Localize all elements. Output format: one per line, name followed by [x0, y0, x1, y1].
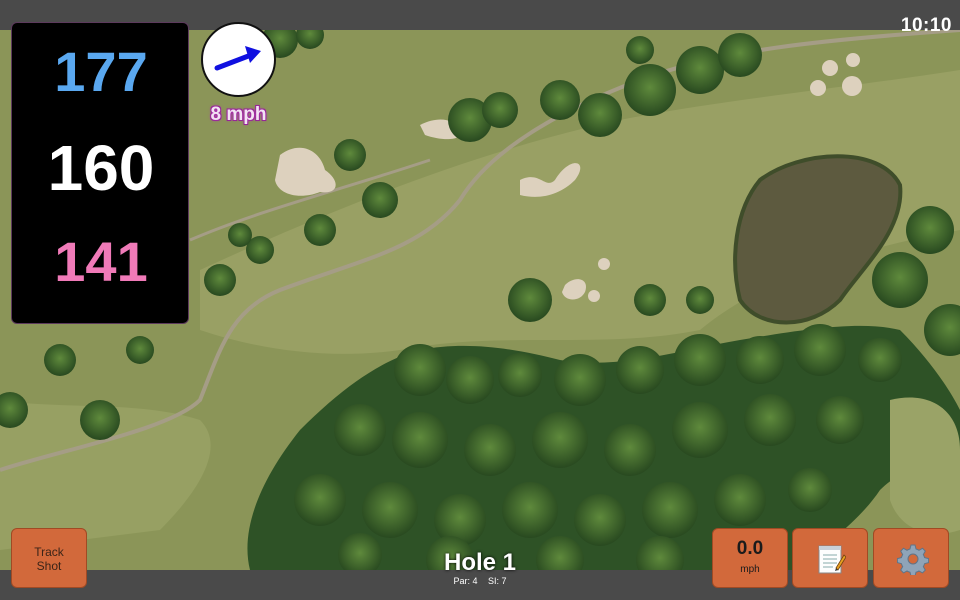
hole-info: Par: 4 SI: 7 [380, 576, 580, 586]
notepad-icon [816, 543, 847, 575]
track-shot-label-line1: Track [34, 545, 64, 559]
notes-button[interactable] [792, 528, 868, 588]
wind-button-unit: mph [740, 564, 760, 575]
arrow-icon [214, 46, 261, 71]
distance-panel: 177 160 141 [11, 22, 189, 324]
wind-direction-dial [201, 22, 276, 97]
gear-icon [896, 543, 930, 577]
track-shot-button[interactable]: Track Shot [11, 528, 87, 588]
distance-center: 160 [47, 132, 155, 204]
settings-button[interactable] [873, 528, 949, 588]
clock: 10:10 [900, 15, 952, 36]
hole-par: Par: 4 [453, 576, 478, 586]
distance-back: 177 [54, 40, 148, 103]
track-shot-label-line2: Shot [36, 559, 62, 573]
hole-title: Hole 1 [443, 549, 517, 576]
wind-speed-label: 8 mph [210, 104, 267, 125]
wind-button-value: 0.0 [736, 538, 764, 559]
distance-front: 141 [54, 230, 148, 293]
wind-speed-button[interactable]: 0.0 mph [712, 528, 788, 588]
hole-stroke-index: SI: 7 [488, 576, 507, 586]
